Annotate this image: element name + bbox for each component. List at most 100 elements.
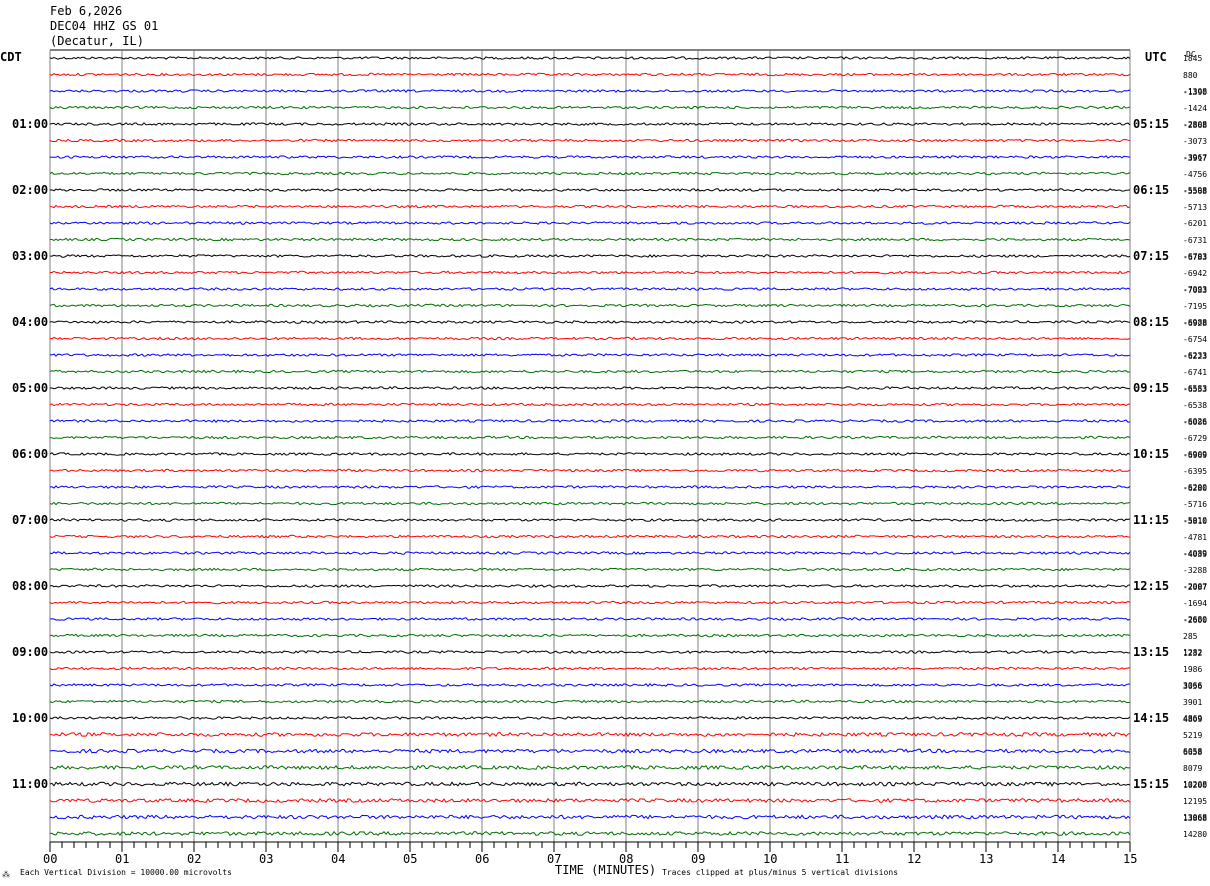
dc-offset-label: -6223 [1183,352,1208,361]
right-hour-label: 14:15 [1133,711,1170,725]
trace-8 [49,171,1131,176]
trace-35 [49,617,1131,621]
trace-47 [49,814,1131,820]
x-tick-label: 13 [979,852,994,866]
dc-offset-label: -6741 [1183,367,1208,377]
dc-offset-label: -4756 [1183,169,1208,179]
trace-34 [49,600,1131,605]
trace-6 [49,138,1131,143]
trace-5 [49,122,1131,126]
right-hour-label: 09:15 [1133,381,1170,395]
trace-27 [49,485,1131,489]
right-hour-label: 10:15 [1133,447,1170,461]
trace-17 [49,320,1131,324]
scale-note: Each Vertical Division = 10000.00 microv… [20,868,232,877]
dc-offset-label: -3073 [1183,136,1208,146]
trace-38 [49,666,1131,671]
x-tick-label: 12 [907,852,922,866]
dc-offset-label: 4809 [1183,715,1203,724]
dc-offset-label: -7195 [1183,301,1208,311]
dc-offset-label: 1986 [1183,664,1203,674]
left-hour-label: 01:00 [12,117,49,131]
right-hour-label: 07:15 [1133,249,1170,263]
trace-36 [49,633,1131,638]
dc-offset-label: -6731 [1183,235,1208,245]
dc-offset-label: -6942 [1183,268,1208,278]
x-tick-label: 04 [331,852,346,866]
trace-43 [49,748,1131,754]
trace-48 [49,830,1131,837]
left-hour-label: 11:00 [12,777,49,791]
trace-23 [49,419,1131,423]
right-hour-label: 13:15 [1133,645,1170,659]
trace-21 [50,386,1131,390]
dc-offset-label: -6538 [1183,400,1208,410]
dc-offset-label: 3901 [1183,697,1203,707]
trace-2 [49,72,1131,77]
clip-note: Traces clipped at plus/minus 5 vertical … [662,868,899,877]
dc-offset-label: -6201 [1183,219,1208,228]
dc-offset-label: -2600 [1183,616,1208,625]
dc-offset-label: -5716 [1183,499,1208,509]
trace-37 [49,650,1130,654]
left-hour-label: 07:00 [12,513,49,527]
trace-4 [49,105,1131,110]
dc-offset-label: 6658 [1183,748,1203,757]
dc-offset-label: -6928 [1183,319,1208,328]
trace-29 [49,518,1131,522]
trace-31 [49,551,1131,555]
x-axis-title: TIME (MINUTES) [555,863,657,877]
left-hour-label: 05:00 [12,381,49,395]
trace-18 [49,336,1131,341]
left-hour-label: 09:00 [12,645,49,659]
trace-44 [49,764,1131,771]
trace-19 [49,353,1131,357]
dc-offset-label: -2868 [1183,121,1208,130]
left-hour-label: 10:00 [12,711,49,725]
dc-offset-label: 880 [1183,70,1198,80]
dc-offset-label: 8079 [1183,763,1203,773]
trace-1 [49,56,1131,60]
trace-32 [49,567,1131,572]
seismic-traces [49,56,1131,837]
x-tick-label: 02 [187,852,202,866]
trace-25 [49,452,1131,456]
x-tick-label: 14 [1051,852,1066,866]
trace-12 [50,237,1131,242]
left-hour-label: 03:00 [12,249,49,263]
trace-39 [49,683,1131,687]
trace-15 [49,287,1131,291]
left-hour-label: 08:00 [12,579,49,593]
dc-offset-label: -6783 [1183,253,1208,262]
trace-45 [49,781,1131,787]
corner-mark: ⁂ [2,870,10,879]
trace-26 [49,468,1131,473]
dc-offset-label: -6553 [1183,385,1208,394]
trace-14 [50,270,1131,275]
trace-30 [49,534,1131,539]
dc-offset-label: -6086 [1183,418,1208,427]
dc-offset-label: 1845 [1183,54,1203,63]
trace-41 [49,716,1131,720]
minute-gridlines [49,49,1131,842]
dc-offset-label: -4039 [1183,550,1208,559]
trace-22 [49,402,1131,407]
x-tick-label: 05 [403,852,418,866]
right-hour-label: 08:15 [1133,315,1170,329]
trace-13 [49,254,1131,258]
dc-offset-label: -6754 [1183,334,1208,344]
left-hour-label: 04:00 [12,315,49,329]
trace-3 [49,89,1131,93]
x-tick-label: 15 [1123,852,1138,866]
left-hour-label: 06:00 [12,447,49,461]
trace-16 [49,303,1131,308]
dc-offset-label: -6969 [1183,451,1208,460]
dc-offset-label: -2087 [1183,583,1208,592]
dc-offset-label: 1232 [1183,649,1203,658]
dc-offset-label: -6729 [1183,433,1208,443]
dc-offset-label: -5713 [1183,202,1208,212]
trace-28 [49,501,1131,506]
x-tick-label: 09 [691,852,706,866]
dc-offset-label: 14280 [1183,829,1208,839]
right-hour-label: 15:15 [1133,777,1170,791]
